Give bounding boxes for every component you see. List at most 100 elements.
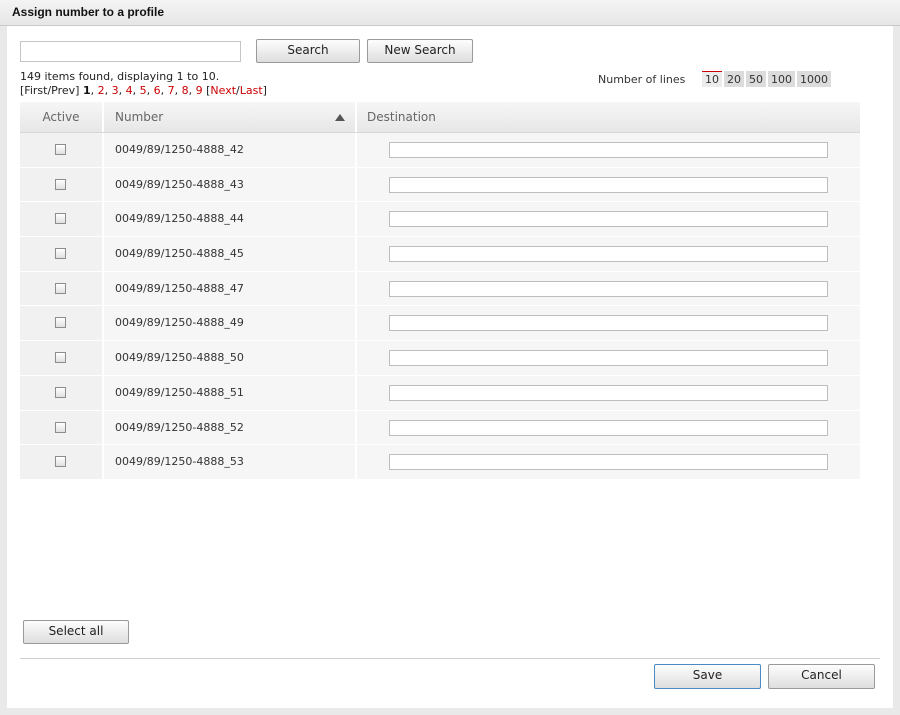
sort-up-icon [335, 114, 345, 121]
table-row: 0049/89/1250-4888_42 [20, 133, 860, 168]
table-row: 0049/89/1250-4888_51 [20, 375, 860, 411]
active-checkbox[interactable] [55, 456, 66, 468]
column-destination[interactable]: Destination [357, 102, 860, 132]
destination-cell [357, 445, 860, 479]
number-cell: 0049/89/1250-4888_49 [104, 306, 357, 341]
destination-input[interactable] [389, 419, 828, 436]
column-active[interactable]: Active [20, 102, 104, 132]
column-number-label: Number [115, 110, 164, 124]
destination-cell [357, 202, 860, 237]
dialog-panel: Search New Search 149 items found, displ… [7, 26, 893, 708]
table-row: 0049/89/1250-4888_45 [20, 237, 860, 272]
destination-cell [357, 410, 860, 445]
numbers-table: Active Number Destination 0049/89/1250-4… [20, 102, 860, 480]
lines-label: Number of lines [598, 73, 686, 86]
pager-page-link[interactable]: 8 [182, 84, 189, 97]
active-cell [20, 410, 104, 445]
number-cell: 0049/89/1250-4888_50 [104, 341, 357, 375]
search-button[interactable]: Search [256, 39, 360, 63]
number-cell: 0049/89/1250-4888_52 [104, 410, 357, 445]
table-header: Active Number Destination [20, 102, 860, 133]
footer-divider [20, 658, 880, 659]
number-cell: 0049/89/1250-4888_44 [104, 202, 357, 237]
pager-page-link[interactable]: 2 [98, 84, 105, 97]
destination-input[interactable] [389, 315, 828, 332]
active-cell [20, 271, 104, 306]
destination-input[interactable] [389, 454, 828, 471]
pager-pages: 2, 3, 4, 5, 6, 7, 8, 9 [97, 84, 203, 97]
active-cell [20, 375, 104, 410]
table-row: 0049/89/1250-4888_44 [20, 202, 860, 238]
active-cell [20, 202, 104, 237]
title-bar: Assign number to a profile [0, 0, 900, 26]
window-title: Assign number to a profile [12, 5, 165, 19]
pager-current-page: 1 [82, 84, 91, 97]
active-checkbox[interactable] [55, 248, 66, 260]
pager-last-link[interactable]: Last [240, 84, 263, 97]
pager-page-link[interactable]: 6 [154, 84, 161, 97]
lines-option-10[interactable]: 10 [702, 71, 722, 87]
destination-input[interactable] [389, 176, 828, 193]
active-cell [20, 341, 104, 375]
active-checkbox[interactable] [55, 282, 66, 294]
pager-page-link[interactable]: 7 [168, 84, 175, 97]
destination-cell [357, 133, 860, 167]
destination-input[interactable] [389, 280, 828, 297]
number-cell: 0049/89/1250-4888_43 [104, 167, 357, 202]
number-cell: 0049/89/1250-4888_51 [104, 375, 357, 410]
active-checkbox[interactable] [55, 144, 66, 155]
lines-option-100[interactable]: 100 [768, 71, 795, 87]
destination-cell [357, 375, 860, 410]
table-row: 0049/89/1250-4888_52 [20, 410, 860, 446]
destination-input[interactable] [389, 384, 828, 401]
table-row: 0049/89/1250-4888_43 [20, 167, 860, 203]
number-cell: 0049/89/1250-4888_47 [104, 271, 357, 306]
table-row: 0049/89/1250-4888_47 [20, 271, 860, 307]
active-cell [20, 445, 104, 479]
number-cell: 0049/89/1250-4888_45 [104, 237, 357, 271]
active-checkbox[interactable] [55, 352, 66, 364]
results-info: 149 items found, displaying 1 to 10. [20, 70, 220, 83]
destination-cell [357, 341, 860, 375]
destination-input[interactable] [389, 211, 828, 228]
active-checkbox[interactable] [55, 178, 66, 190]
new-search-button[interactable]: New Search [367, 39, 473, 63]
destination-cell [357, 271, 860, 306]
pagination: [First/Prev] 1, 2, 3, 4, 5, 6, 7, 8, 9 [… [20, 84, 267, 97]
destination-cell [357, 306, 860, 341]
lines-option-1000[interactable]: 1000 [797, 71, 831, 87]
lines-per-page-selector: 10 20 50 100 1000 [702, 71, 833, 87]
active-checkbox[interactable] [55, 317, 66, 329]
pager-bracket-close: ] [262, 84, 267, 97]
active-cell [20, 306, 104, 341]
destination-input[interactable] [389, 246, 828, 263]
cancel-button[interactable]: Cancel [768, 664, 875, 689]
search-input[interactable] [20, 41, 241, 62]
lines-option-50[interactable]: 50 [746, 71, 766, 87]
active-checkbox[interactable] [55, 386, 66, 398]
destination-input[interactable] [389, 350, 828, 367]
select-all-button[interactable]: Select all [23, 620, 129, 644]
active-cell [20, 237, 104, 271]
pager-first-prev[interactable]: [First/Prev] [20, 84, 79, 97]
active-cell [20, 167, 104, 202]
table-row: 0049/89/1250-4888_50 [20, 341, 860, 376]
lines-option-20[interactable]: 20 [724, 71, 744, 87]
pager-next-link[interactable]: Next [210, 84, 236, 97]
active-checkbox[interactable] [55, 213, 66, 225]
save-button[interactable]: Save [654, 664, 761, 689]
number-cell: 0049/89/1250-4888_42 [104, 133, 357, 167]
column-number[interactable]: Number [104, 102, 357, 132]
active-checkbox[interactable] [55, 421, 66, 433]
pager-page-link[interactable]: 5 [140, 84, 147, 97]
destination-cell [357, 167, 860, 202]
table-row: 0049/89/1250-4888_53 [20, 445, 860, 480]
pager-page-link[interactable]: 4 [126, 84, 133, 97]
pager-page-link[interactable]: 9 [196, 84, 203, 97]
destination-input[interactable] [389, 142, 828, 158]
table-body: 0049/89/1250-4888_42 0049/89/1250-4888_43… [20, 133, 860, 480]
pager-page-link[interactable]: 3 [112, 84, 119, 97]
number-cell: 0049/89/1250-4888_53 [104, 445, 357, 479]
destination-cell [357, 237, 860, 271]
table-row: 0049/89/1250-4888_49 [20, 306, 860, 342]
